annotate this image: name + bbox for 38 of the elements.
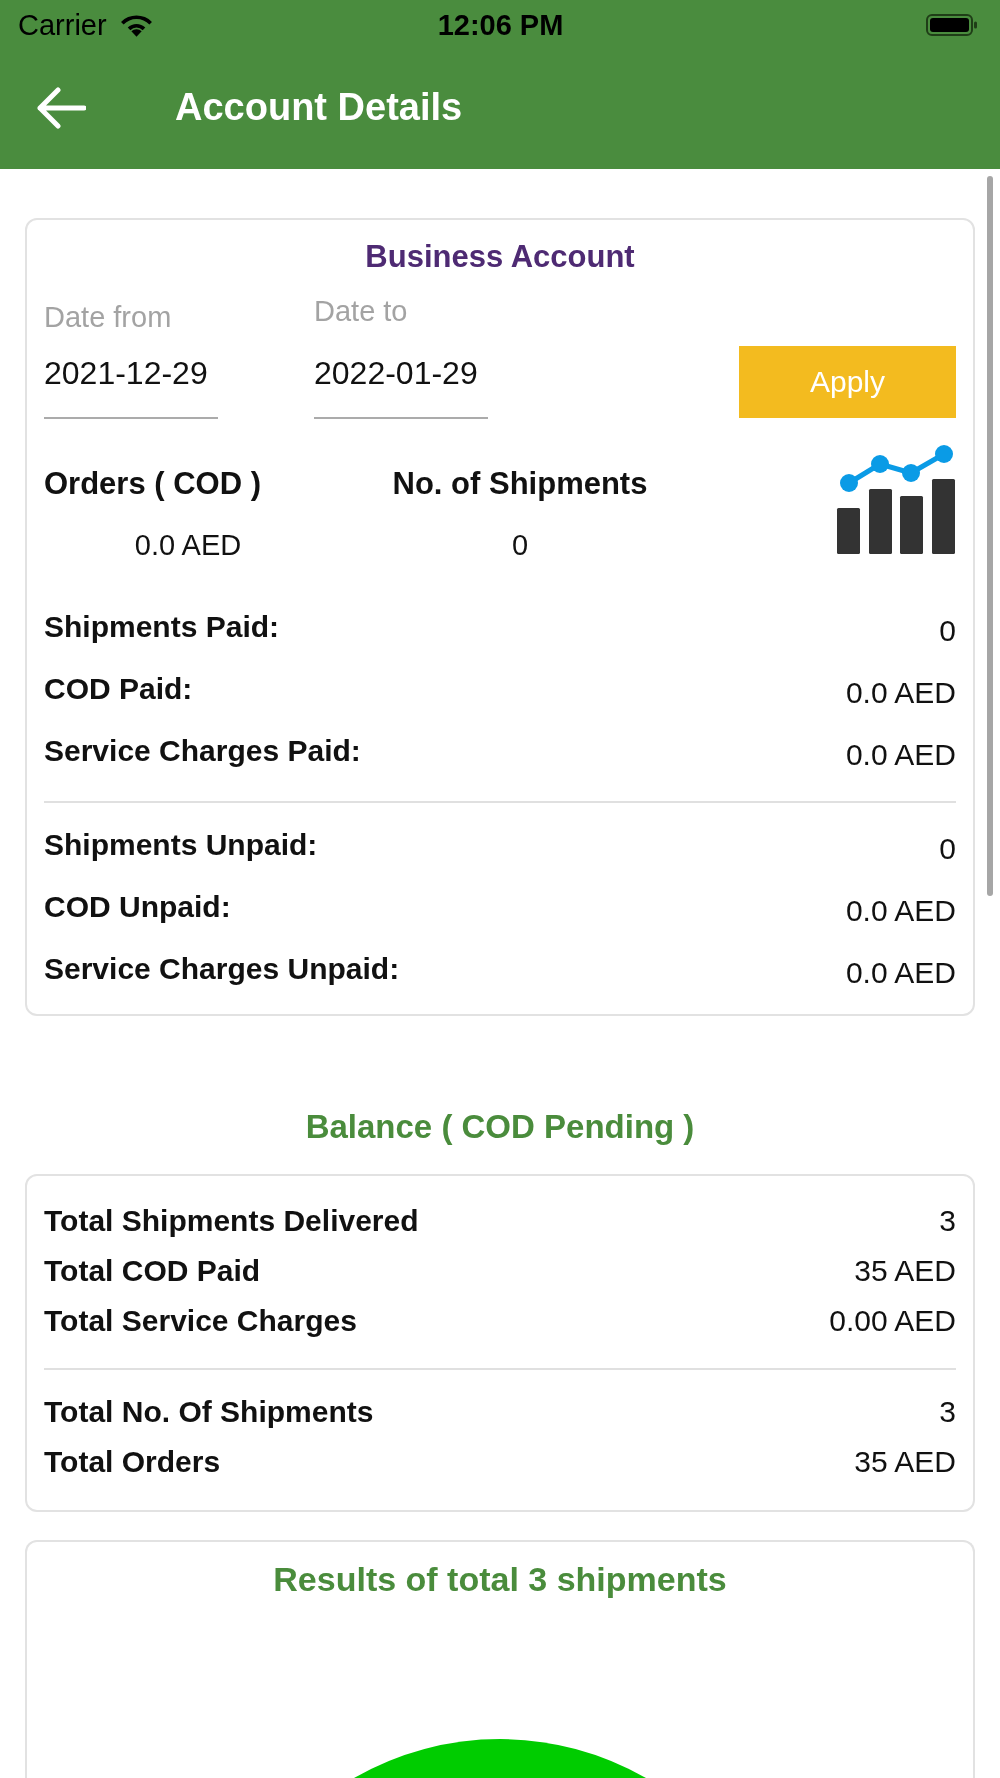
row-value: 35 AED bbox=[854, 1445, 956, 1479]
row-label: Service Charges Unpaid: bbox=[44, 952, 400, 986]
row-value: 0 bbox=[939, 832, 956, 866]
wifi-icon bbox=[119, 13, 153, 37]
row-value: 35 AED bbox=[854, 1254, 956, 1288]
back-arrow-icon bbox=[36, 86, 86, 129]
row-value: 0.0 AED bbox=[845, 676, 956, 710]
summary-label: No. of Shipments bbox=[392, 466, 648, 502]
date-from-field[interactable]: Date from 2021-12-29 bbox=[44, 301, 218, 419]
row-label: COD Unpaid: bbox=[44, 890, 231, 924]
row-label: Total COD Paid bbox=[44, 1254, 261, 1288]
screen-title: Account Details bbox=[175, 86, 463, 129]
back-button[interactable] bbox=[36, 86, 86, 129]
battery-icon bbox=[926, 14, 978, 36]
row-label: Total Service Charges bbox=[44, 1304, 357, 1338]
card-title: Results of total 3 shipments bbox=[272, 1559, 728, 1599]
date-to-field[interactable]: Date to 2022-01-29 bbox=[314, 301, 488, 419]
row-value: 3 bbox=[939, 1395, 956, 1429]
row-label: Shipments Unpaid: bbox=[44, 828, 318, 862]
row-label: Total Shipments Delivered bbox=[44, 1204, 419, 1238]
carrier-name: Carrier bbox=[18, 8, 107, 42]
row-value: 3 bbox=[939, 1204, 956, 1238]
summary-label: Orders ( COD ) bbox=[44, 466, 262, 502]
section-title: Balance ( COD Pending ) bbox=[304, 1107, 696, 1147]
card-title: Business Account bbox=[364, 238, 636, 276]
row-label: Service Charges Paid: bbox=[44, 734, 361, 768]
summary-value: 0.0 AED bbox=[134, 528, 242, 563]
row-value: 0.00 AED bbox=[829, 1304, 956, 1338]
clock-time: 12:06 PM bbox=[437, 8, 564, 42]
summary-value: 0 bbox=[511, 528, 529, 563]
row-label: COD Paid: bbox=[44, 672, 193, 706]
row-value: 0 bbox=[939, 614, 956, 648]
row-label: Shipments Paid: bbox=[44, 610, 280, 644]
row-value: 0.0 AED bbox=[845, 894, 956, 928]
row-label: Total Orders bbox=[44, 1445, 221, 1479]
row-value: 0.0 AED bbox=[845, 956, 956, 990]
row-label: Total No. Of Shipments bbox=[44, 1395, 374, 1429]
row-value: 0.0 AED bbox=[845, 738, 956, 772]
